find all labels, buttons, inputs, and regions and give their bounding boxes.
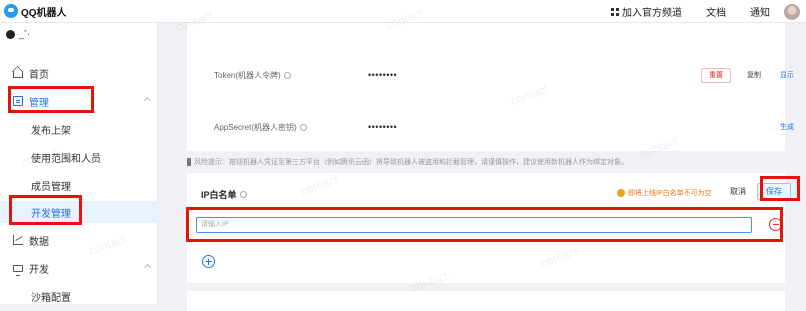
token-row: Token(机器人令牌) •••••••• 重置 复制 显示: [187, 61, 806, 89]
token-label: Token(机器人令牌): [214, 70, 291, 81]
bot-selector[interactable]: _ˇ·: [6, 29, 30, 39]
ip-warning: 即将上线IP白名单不可为空: [617, 188, 712, 198]
sidebar-item-data[interactable]: 数据: [0, 229, 158, 251]
chevron-up-icon: [143, 96, 152, 105]
sidebar-item-label: 数据: [29, 236, 49, 248]
bot-name: _ˇ·: [19, 29, 30, 39]
secret-label: AppSecret(机器人密钥): [214, 122, 307, 133]
app-name: QQ机器人: [21, 7, 67, 19]
ip-input[interactable]: 请输入IP: [196, 217, 752, 233]
sidebar-item-home[interactable]: 首页: [0, 62, 158, 84]
chart-icon: [13, 235, 23, 245]
credentials-card: Token(机器人令牌) •••••••• 重置 复制 显示 AppSecret…: [187, 23, 794, 151]
ip-whitelist-title: IP白名单: [201, 188, 247, 201]
secret-value: ••••••••: [368, 122, 398, 132]
token-value: ••••••••: [368, 70, 398, 80]
save-button[interactable]: 保存: [757, 183, 791, 200]
qq-bot-logo-icon: [4, 4, 18, 18]
join-channel-link[interactable]: 加入官方频道: [611, 4, 682, 19]
show-token-button[interactable]: 显示: [775, 68, 799, 83]
reset-token-button[interactable]: 重置: [701, 67, 731, 83]
secret-row: AppSecret(机器人密钥) •••••••• 生成: [187, 113, 806, 141]
help-icon[interactable]: [299, 123, 307, 131]
sidebar-item-develop[interactable]: 开发: [0, 257, 158, 279]
generate-secret-button[interactable]: 生成: [775, 120, 799, 135]
next-section-card: [187, 291, 785, 311]
add-ip-icon[interactable]: [202, 255, 215, 268]
sidebar-item-label: 管理: [29, 97, 49, 109]
top-bar: QQ机器人 加入官方频道 文档 通知: [0, 0, 806, 23]
join-channel-label: 加入官方频道: [622, 8, 682, 19]
copy-token-button[interactable]: 复制: [740, 68, 768, 83]
home-icon: [13, 71, 23, 78]
sidebar: _ˇ· 首页 管理 发布上架 使用范围和人员 成员管理 开发管理 数据 开发 沙…: [0, 23, 158, 304]
docs-link[interactable]: 文档: [706, 4, 726, 19]
ip-whitelist-card: IP白名单 即将上线IP白名单不可为空 取消 保存 请输入IP: [187, 173, 791, 283]
bot-avatar: [6, 29, 15, 39]
sidebar-item-label: 开发: [29, 264, 49, 276]
sidebar-item-manage[interactable]: 管理: [0, 90, 158, 112]
chevron-up-icon: [143, 263, 152, 272]
sidebar-item-scope[interactable]: 使用范围和人员: [0, 146, 158, 168]
document-icon: [13, 96, 23, 106]
help-icon[interactable]: [283, 71, 291, 79]
warning-icon: [617, 189, 625, 197]
sidebar-item-members[interactable]: 成员管理: [0, 174, 158, 196]
notifications-link[interactable]: 通知: [750, 4, 770, 19]
app-logo[interactable]: QQ机器人: [4, 4, 67, 19]
risk-notice: 风险提示：按钮机器人凭证至第三方平台（例如腾讯云函）将导致机器人被盗用和拦截管理…: [187, 157, 628, 167]
notice-bar-icon: [187, 158, 191, 166]
help-icon[interactable]: [239, 191, 247, 198]
sidebar-item-publish[interactable]: 发布上架: [0, 118, 158, 140]
sidebar-item-label: 首页: [29, 69, 49, 81]
main-content: Token(机器人令牌) •••••••• 重置 复制 显示 AppSecret…: [175, 23, 797, 311]
grid-icon: [611, 7, 619, 16]
remove-ip-icon[interactable]: [769, 218, 782, 231]
user-avatar[interactable]: [784, 3, 800, 20]
sidebar-item-dev-manage[interactable]: 开发管理: [0, 201, 158, 223]
cancel-button[interactable]: 取消: [730, 186, 746, 197]
monitor-icon: [13, 264, 23, 276]
